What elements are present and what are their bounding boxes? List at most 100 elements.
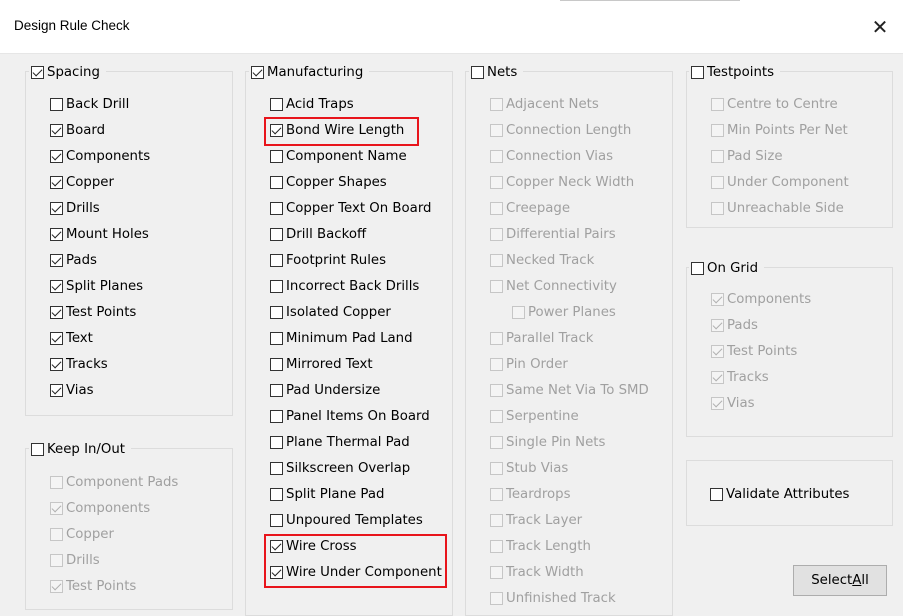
checkbox-square	[31, 442, 44, 456]
item-label: Board	[66, 122, 106, 138]
spacing-item-mount-holes[interactable]: Mount Holes	[50, 224, 149, 244]
item-label: Panel Items On Board	[286, 408, 430, 424]
checkbox-square	[270, 357, 283, 371]
checkbox-square	[50, 149, 63, 163]
validate-attributes-label: Validate Attributes	[726, 486, 850, 502]
item-label: Minimum Pad Land	[286, 330, 413, 346]
checkbox-square	[490, 331, 503, 345]
manufacturing-item-copper-shapes[interactable]: Copper Shapes	[270, 172, 387, 192]
checkbox-square	[711, 292, 724, 306]
checkbox-square	[270, 409, 283, 423]
close-button[interactable]: ✕	[857, 0, 903, 53]
nets-item-power-planes: Power Planes	[512, 302, 616, 322]
spacing-item-split-planes[interactable]: Split Planes	[50, 276, 143, 296]
manufacturing-item-plane-thermal-pad[interactable]: Plane Thermal Pad	[270, 432, 410, 452]
checkbox-square	[490, 435, 503, 449]
select-all-accelerator: A	[852, 573, 862, 588]
nets-item-creepage: Creepage	[490, 198, 570, 218]
nets-item-connection-vias: Connection Vias	[490, 146, 613, 166]
manufacturing-item-wire-under-component[interactable]: Wire Under Component	[270, 562, 442, 582]
item-label: Bond Wire Length	[286, 122, 405, 138]
spacing-item-tracks[interactable]: Tracks	[50, 354, 108, 374]
manufacturing-item-wire-cross[interactable]: Wire Cross	[270, 536, 357, 556]
manufacturing-item-silkscreen-overlap[interactable]: Silkscreen Overlap	[270, 458, 410, 478]
testpoints-item-min-points-per-net: Min Points Per Net	[711, 120, 848, 140]
spacing-item-pads[interactable]: Pads	[50, 250, 97, 270]
item-label: Copper Neck Width	[506, 174, 635, 190]
manufacturing-item-bond-wire-length[interactable]: Bond Wire Length	[270, 120, 404, 140]
spacing-item-test-points[interactable]: Test Points	[50, 302, 136, 322]
checkbox-square	[691, 261, 704, 275]
on-grid-group-checkbox[interactable]: On Grid	[689, 258, 765, 278]
item-label: Test Points	[66, 304, 137, 320]
item-label: Unreachable Side	[727, 200, 844, 216]
item-label: Copper	[66, 526, 114, 542]
testpoints-item-under-component: Under Component	[711, 172, 849, 192]
keep-in-out-item-components: Components	[50, 498, 150, 518]
checkbox-square	[490, 175, 503, 189]
nets-group-checkbox[interactable]: Nets	[469, 62, 524, 82]
on-grid-item-components: Components	[711, 289, 811, 309]
manufacturing-group-checkbox[interactable]: Manufacturing	[249, 62, 370, 82]
item-label: Silkscreen Overlap	[286, 460, 411, 476]
item-label: Plane Thermal Pad	[286, 434, 410, 450]
checkbox-square	[490, 409, 503, 423]
checkbox-square	[490, 539, 503, 553]
nets-item-parallel-track: Parallel Track	[490, 328, 593, 348]
item-label: Acid Traps	[286, 96, 354, 112]
checkbox-square	[50, 475, 63, 489]
checkbox-square	[251, 65, 264, 79]
nets-item-single-pin-nets: Single Pin Nets	[490, 432, 605, 452]
spacing-item-text[interactable]: Text	[50, 328, 93, 348]
select-all-button[interactable]: Select All	[793, 565, 887, 596]
spacing-item-back-drill[interactable]: Back Drill	[50, 94, 129, 114]
spacing-item-board[interactable]: Board	[50, 120, 105, 140]
manufacturing-item-pad-undersize[interactable]: Pad Undersize	[270, 380, 380, 400]
keep-in-out-item-drills: Drills	[50, 550, 100, 570]
checkbox-square	[50, 123, 63, 137]
item-label: Track Layer	[506, 512, 583, 528]
spacing-item-drills[interactable]: Drills	[50, 198, 100, 218]
item-label: Isolated Copper	[286, 304, 391, 320]
spacing-item-copper[interactable]: Copper	[50, 172, 114, 192]
item-label: Power Planes	[528, 304, 616, 320]
item-label: Under Component	[727, 174, 849, 190]
manufacturing-item-mirrored-text[interactable]: Mirrored Text	[270, 354, 373, 374]
validate-attributes-checkbox[interactable]: Validate Attributes	[710, 484, 849, 504]
testpoints-group-checkbox[interactable]: Testpoints	[689, 62, 781, 82]
spacing-item-components[interactable]: Components	[50, 146, 150, 166]
manufacturing-item-split-plane-pad[interactable]: Split Plane Pad	[270, 484, 384, 504]
manufacturing-item-minimum-pad-land[interactable]: Minimum Pad Land	[270, 328, 413, 348]
item-label: Test Points	[66, 578, 137, 594]
checkbox-square	[270, 435, 283, 449]
nets-item-unfinished-track: Unfinished Track	[490, 588, 616, 608]
checkbox-square	[270, 227, 283, 241]
item-label: Centre to Centre	[727, 96, 838, 112]
manufacturing-item-acid-traps[interactable]: Acid Traps	[270, 94, 354, 114]
nets-item-copper-neck-width: Copper Neck Width	[490, 172, 634, 192]
item-label: Track Width	[506, 564, 584, 580]
item-label: Pad Undersize	[286, 382, 381, 398]
manufacturing-item-drill-backoff[interactable]: Drill Backoff	[270, 224, 366, 244]
manufacturing-item-isolated-copper[interactable]: Isolated Copper	[270, 302, 391, 322]
manufacturing-item-unpoured-templates[interactable]: Unpoured Templates	[270, 510, 423, 530]
group-label: Keep In/Out	[47, 441, 126, 457]
checkbox-square	[471, 65, 484, 79]
nets-item-net-connectivity: Net Connectivity	[490, 276, 617, 296]
item-label: Same Net Via To SMD	[506, 382, 649, 398]
manufacturing-item-footprint-rules[interactable]: Footprint Rules	[270, 250, 386, 270]
item-label: Components	[727, 291, 812, 307]
spacing-group-checkbox[interactable]: Spacing	[29, 62, 106, 82]
item-label: Test Points	[727, 343, 798, 359]
manufacturing-item-panel-items-on-board[interactable]: Panel Items On Board	[270, 406, 430, 426]
checkbox-square	[270, 97, 283, 111]
group-label: Testpoints	[707, 64, 775, 80]
manufacturing-item-incorrect-back-drills[interactable]: Incorrect Back Drills	[270, 276, 419, 296]
item-label: Drill Backoff	[286, 226, 367, 242]
keep-in-out-group-checkbox[interactable]: Keep In/Out	[29, 439, 132, 459]
checkbox-square	[50, 175, 63, 189]
manufacturing-item-copper-text-on-board[interactable]: Copper Text On Board	[270, 198, 432, 218]
item-label: Unfinished Track	[506, 590, 616, 606]
spacing-item-vias[interactable]: Vias	[50, 380, 94, 400]
manufacturing-item-component-name[interactable]: Component Name	[270, 146, 407, 166]
